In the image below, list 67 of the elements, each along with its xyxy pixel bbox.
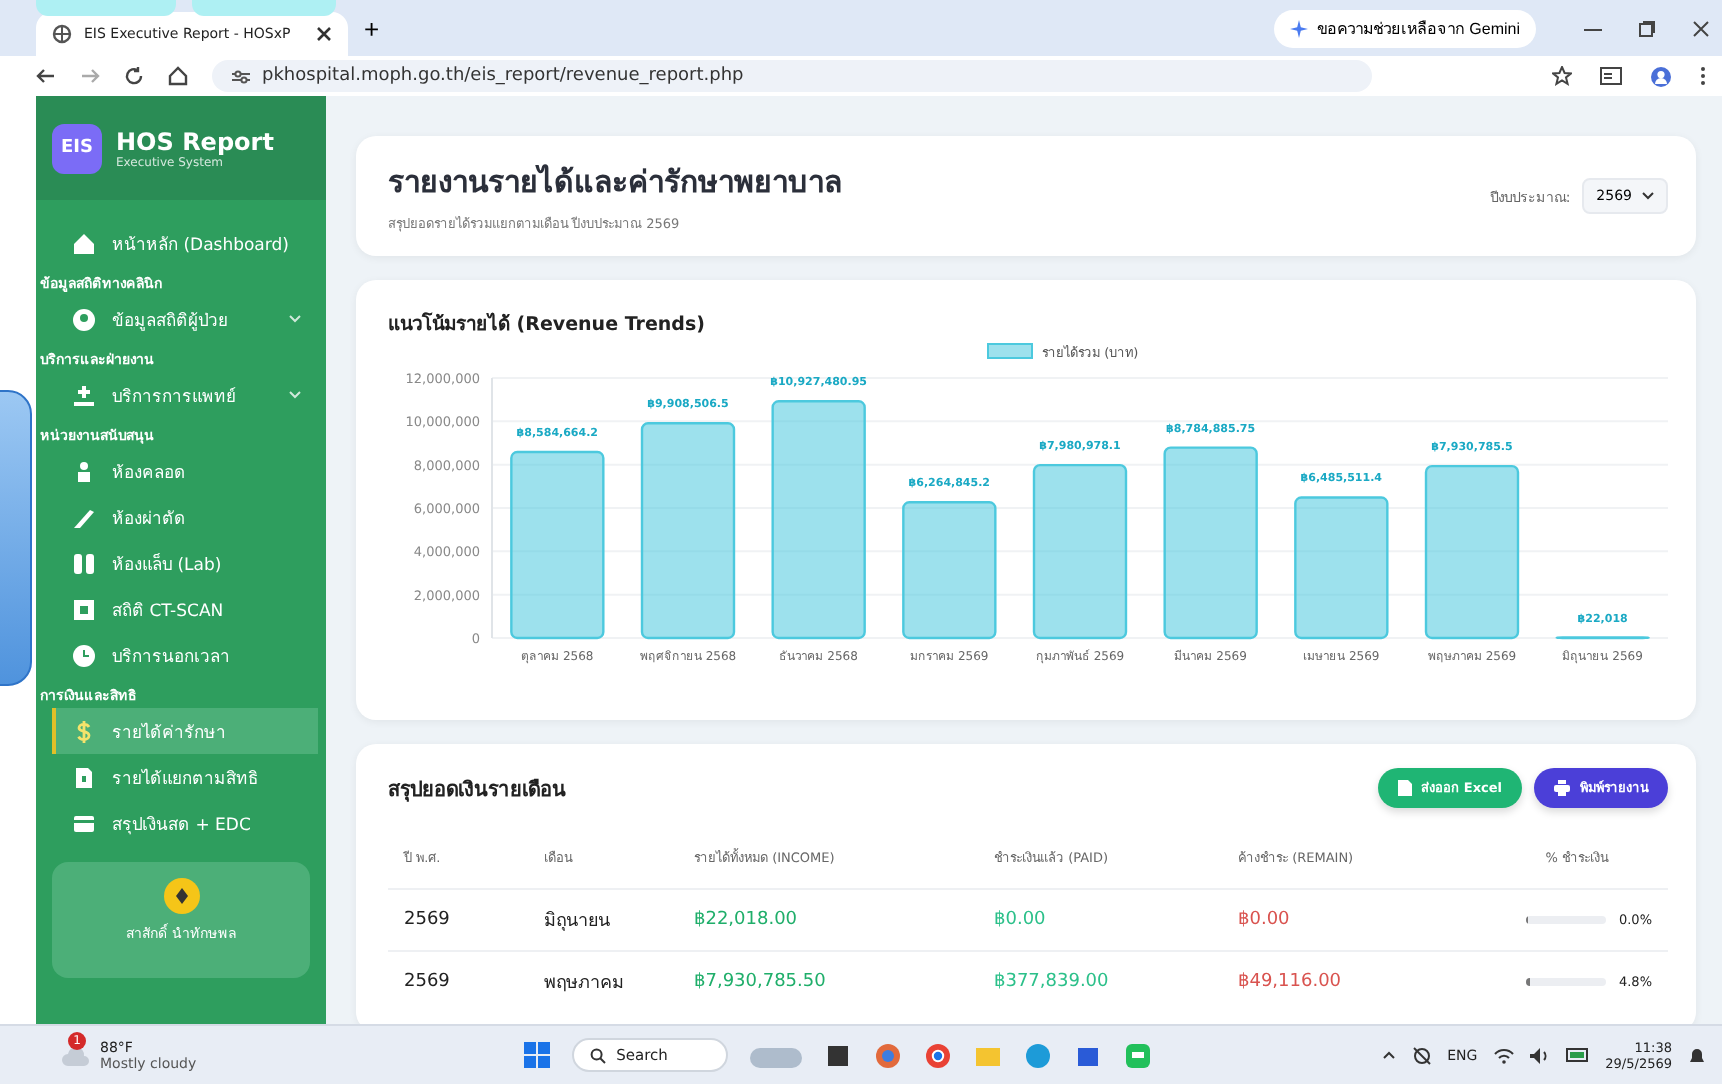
sidebar-item[interactable]: สถิติ CT-SCAN <box>52 586 318 632</box>
profile-icon[interactable] <box>1650 65 1672 87</box>
close-icon[interactable] <box>316 26 332 42</box>
page-title: รายงานรายได้และค่ารักษาพยาบาล <box>388 162 842 204</box>
card-icon <box>72 811 96 835</box>
sparkle-icon <box>1290 19 1309 37</box>
globe-icon <box>52 24 72 44</box>
user-badge-icon <box>163 878 199 914</box>
sidebar-item[interactable]: หน้าหลัก (Dashboard) <box>52 220 318 266</box>
bar <box>902 501 997 640</box>
app-title: HOS Report <box>116 127 274 155</box>
menu-icon[interactable] <box>1700 66 1706 86</box>
table-cell: ฿7,930,785.50 <box>678 950 978 1012</box>
dollar-icon <box>72 719 96 743</box>
search-icon <box>590 1047 607 1063</box>
sidebar-item[interactable]: รายได้ค่ารักษา <box>52 708 318 754</box>
reading-mode-icon[interactable] <box>1600 66 1622 86</box>
table-cell: มิถุนายน <box>528 888 678 950</box>
battery-icon[interactable] <box>1565 1048 1590 1062</box>
table-title: สรุปยอดเงินรายเดือน <box>388 776 566 803</box>
sidebar-item[interactable]: บริการนอกเวลา <box>52 632 318 678</box>
new-tab-button[interactable]: + <box>364 13 380 43</box>
user-circle-icon <box>72 307 96 331</box>
table-cell: 2569 <box>388 888 528 950</box>
printer-icon <box>1554 780 1570 796</box>
table-cell: ฿0.00 <box>978 888 1222 950</box>
table-cell: ฿0.00 <box>1222 888 1474 950</box>
speaker-icon[interactable] <box>1529 1047 1550 1063</box>
tab-group-marker[interactable] <box>192 0 336 16</box>
clock-icon <box>72 643 96 667</box>
home-icon[interactable] <box>168 66 188 86</box>
reload-icon[interactable] <box>124 66 144 86</box>
start-icon[interactable] <box>524 1042 551 1068</box>
browser-icon[interactable] <box>924 1041 953 1069</box>
notification-bell-icon[interactable] <box>1688 1045 1706 1065</box>
network-off-icon[interactable] <box>1411 1045 1432 1065</box>
gemini-button[interactable]: ขอความช่วยเหลือจาก Gemini <box>1274 9 1536 47</box>
cloud-icon[interactable] <box>60 1045 92 1065</box>
bar <box>1294 496 1389 640</box>
chart-title: แนวโน้มรายได้ (Revenue Trends) <box>388 310 707 338</box>
table-cell: ฿49,116.00 <box>1222 950 1474 1012</box>
table-cell: ฿22,018.00 <box>678 888 978 950</box>
back-arrow-icon[interactable] <box>36 66 56 86</box>
sidebar-item[interactable]: ข้อมูลสถิติผู้ป่วย <box>52 296 318 342</box>
chevron-down-icon <box>1642 192 1654 200</box>
medical-hand-icon <box>72 383 96 407</box>
tab-group-marker[interactable] <box>36 0 176 16</box>
sidebar-item[interactable]: บริการการแพทย์ <box>52 372 318 418</box>
sidebar-item[interactable]: ห้องคลอด <box>52 448 318 494</box>
restore-icon[interactable] <box>1638 19 1656 37</box>
file-icon <box>1397 780 1412 796</box>
table-cell: พฤษภาคม <box>528 950 678 1012</box>
close-icon[interactable] <box>1692 19 1710 37</box>
table-cell: 2569 <box>388 950 528 1012</box>
chevron-up-icon[interactable] <box>1381 1050 1396 1060</box>
sidebar-item[interactable]: รายได้แยกตามสิทธิ <box>52 754 318 800</box>
home-icon <box>72 231 96 255</box>
sidebar-item[interactable]: สรุปเงินสด + EDC <box>52 800 318 846</box>
address-bar[interactable]: pkhospital.moph.go.th/eis_report/revenue_report.php <box>212 60 1372 92</box>
sidebar-item[interactable]: ห้องผ่าตัด <box>52 494 318 540</box>
document-icon <box>72 765 96 789</box>
site-settings-icon[interactable] <box>232 67 250 85</box>
wifi-icon[interactable] <box>1493 1047 1514 1063</box>
sidebar-item[interactable]: ห้องแล็บ (Lab) <box>52 540 318 586</box>
logo: EIS <box>52 123 102 173</box>
star-icon[interactable] <box>1552 66 1572 86</box>
table-cell: ฿377,839.00 <box>978 950 1222 1012</box>
